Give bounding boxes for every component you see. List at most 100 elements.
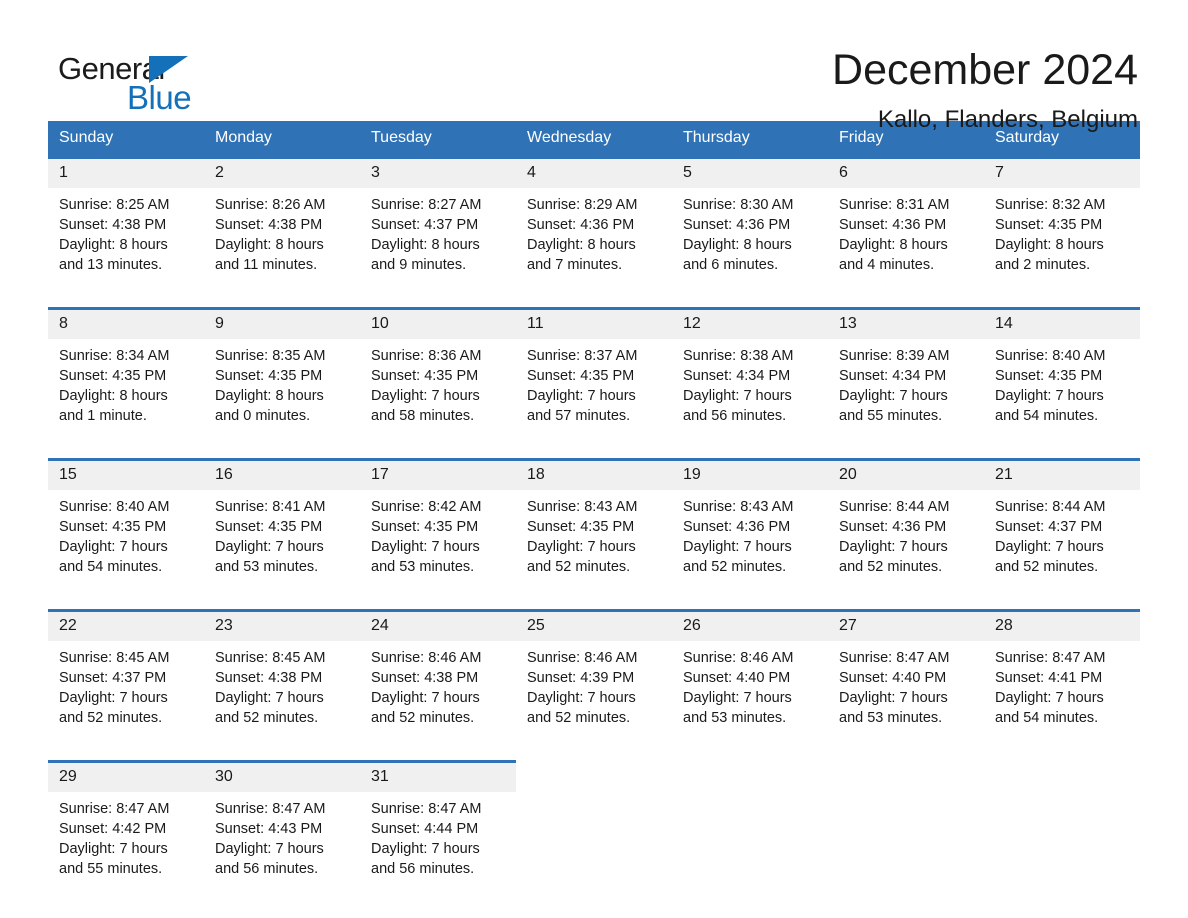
day-detail-cell: Sunrise: 8:47 AM Sunset: 4:40 PM Daylight:… (828, 641, 984, 762)
daylight-text-line1: Daylight: 8 hours (215, 388, 324, 404)
day-number-cell[interactable]: 26 (672, 609, 828, 641)
sunset-text: Sunset: 4:36 PM (839, 519, 947, 535)
day-detail-cell-empty (516, 792, 672, 911)
day-number-cell[interactable]: 6 (828, 156, 984, 188)
sunset-text: Sunset: 4:35 PM (527, 368, 635, 384)
daylight-text-line1: Daylight: 7 hours (527, 690, 636, 706)
sunrise-text: Sunrise: 8:47 AM (839, 650, 950, 666)
sunset-text: Sunset: 4:43 PM (215, 821, 323, 837)
day-detail-cell: Sunrise: 8:25 AM Sunset: 4:38 PM Daylight:… (48, 188, 204, 309)
daylight-text-line2: and 52 minutes. (683, 559, 787, 575)
day-number-cell[interactable]: 31 (360, 760, 516, 792)
day-number-cell[interactable]: 4 (516, 156, 672, 188)
sunset-text: Sunset: 4:37 PM (59, 670, 167, 686)
day-number-cell[interactable]: 5 (672, 156, 828, 188)
daylight-text-line2: and 4 minutes. (839, 257, 935, 273)
day-number-cell[interactable]: 2 (204, 156, 360, 188)
day-number-cell[interactable]: 15 (48, 458, 204, 490)
day-number-cell[interactable]: 9 (204, 307, 360, 339)
day-number-cell[interactable]: 10 (360, 307, 516, 339)
sunrise-text: Sunrise: 8:40 AM (995, 348, 1106, 364)
week-daynumber-row: 15 16 17 18 19 20 21 (48, 458, 1140, 490)
day-detail-cell: Sunrise: 8:47 AM Sunset: 4:43 PM Daylight:… (204, 792, 360, 911)
weekday-header-sunday: Sunday (48, 121, 204, 158)
day-number-cell[interactable]: 7 (984, 156, 1140, 188)
day-number-cell[interactable]: 30 (204, 760, 360, 792)
daylight-text-line2: and 56 minutes. (215, 861, 319, 877)
day-detail-cell: Sunrise: 8:37 AM Sunset: 4:35 PM Daylight:… (516, 339, 672, 460)
day-number-cell[interactable]: 20 (828, 458, 984, 490)
day-number-cell[interactable]: 21 (984, 458, 1140, 490)
day-number-cell[interactable]: 25 (516, 609, 672, 641)
sunset-text: Sunset: 4:35 PM (995, 368, 1103, 384)
sunset-text: Sunset: 4:39 PM (527, 670, 635, 686)
day-number-cell[interactable]: 8 (48, 307, 204, 339)
daylight-text-line1: Daylight: 8 hours (683, 237, 792, 253)
day-number-cell[interactable]: 11 (516, 307, 672, 339)
sunrise-text: Sunrise: 8:32 AM (995, 197, 1106, 213)
page-title: December 2024 (832, 46, 1138, 94)
sunrise-text: Sunrise: 8:39 AM (839, 348, 950, 364)
sunset-text: Sunset: 4:35 PM (59, 519, 167, 535)
day-number-cell[interactable]: 18 (516, 458, 672, 490)
daylight-text-line1: Daylight: 8 hours (371, 237, 480, 253)
daylight-text-line2: and 52 minutes. (215, 710, 319, 726)
daylight-text-line2: and 54 minutes. (59, 559, 163, 575)
daylight-text-line2: and 7 minutes. (527, 257, 623, 273)
daylight-text-line2: and 56 minutes. (683, 408, 787, 424)
day-detail-cell: Sunrise: 8:47 AM Sunset: 4:41 PM Daylight:… (984, 641, 1140, 762)
day-detail-cell: Sunrise: 8:46 AM Sunset: 4:40 PM Daylight:… (672, 641, 828, 762)
sunrise-text: Sunrise: 8:35 AM (215, 348, 326, 364)
day-number-cell-empty (984, 760, 1140, 792)
day-detail-cell: Sunrise: 8:35 AM Sunset: 4:35 PM Daylight:… (204, 339, 360, 460)
day-detail-cell: Sunrise: 8:42 AM Sunset: 4:35 PM Daylight:… (360, 490, 516, 611)
sunrise-text: Sunrise: 8:47 AM (371, 801, 482, 817)
daylight-text-line2: and 58 minutes. (371, 408, 475, 424)
day-detail-cell: Sunrise: 8:32 AM Sunset: 4:35 PM Daylight:… (984, 188, 1140, 309)
sunset-text: Sunset: 4:35 PM (371, 519, 479, 535)
day-number-cell[interactable]: 19 (672, 458, 828, 490)
daylight-text-line1: Daylight: 7 hours (683, 539, 792, 555)
day-detail-cell: Sunrise: 8:43 AM Sunset: 4:36 PM Daylight:… (672, 490, 828, 611)
day-number-cell[interactable]: 1 (48, 156, 204, 188)
week-daynumber-row: 29 30 31 (48, 760, 1140, 792)
generalblue-logo: General Blue (48, 46, 198, 122)
week-detail-row: Sunrise: 8:34 AM Sunset: 4:35 PM Daylight:… (48, 339, 1140, 460)
daylight-text-line1: Daylight: 7 hours (371, 388, 480, 404)
day-number-cell[interactable]: 13 (828, 307, 984, 339)
day-detail-cell: Sunrise: 8:40 AM Sunset: 4:35 PM Daylight:… (984, 339, 1140, 460)
sunset-text: Sunset: 4:38 PM (59, 217, 167, 233)
day-number-cell[interactable]: 29 (48, 760, 204, 792)
sunrise-text: Sunrise: 8:42 AM (371, 499, 482, 515)
sunrise-text: Sunrise: 8:45 AM (215, 650, 326, 666)
day-number-cell-empty (516, 760, 672, 792)
day-number-cell[interactable]: 16 (204, 458, 360, 490)
week-detail-row: Sunrise: 8:25 AM Sunset: 4:38 PM Daylight:… (48, 188, 1140, 309)
day-detail-cell: Sunrise: 8:46 AM Sunset: 4:39 PM Daylight:… (516, 641, 672, 762)
day-number-cell[interactable]: 12 (672, 307, 828, 339)
sunset-text: Sunset: 4:36 PM (683, 519, 791, 535)
daylight-text-line2: and 57 minutes. (527, 408, 631, 424)
day-number-cell[interactable]: 14 (984, 307, 1140, 339)
sunset-text: Sunset: 4:35 PM (59, 368, 167, 384)
day-number-cell[interactable]: 3 (360, 156, 516, 188)
day-number-cell[interactable]: 17 (360, 458, 516, 490)
daylight-text-line2: and 9 minutes. (371, 257, 467, 273)
sunrise-text: Sunrise: 8:29 AM (527, 197, 638, 213)
daylight-text-line1: Daylight: 8 hours (995, 237, 1104, 253)
daylight-text-line2: and 56 minutes. (371, 861, 475, 877)
daylight-text-line1: Daylight: 7 hours (59, 539, 168, 555)
daylight-text-line1: Daylight: 7 hours (371, 690, 480, 706)
day-number-cell[interactable]: 27 (828, 609, 984, 641)
daylight-text-line2: and 13 minutes. (59, 257, 163, 273)
sunrise-text: Sunrise: 8:45 AM (59, 650, 170, 666)
sunset-text: Sunset: 4:37 PM (371, 217, 479, 233)
daylight-text-line2: and 52 minutes. (527, 559, 631, 575)
day-number-cell[interactable]: 24 (360, 609, 516, 641)
day-number-cell[interactable]: 28 (984, 609, 1140, 641)
sunrise-text: Sunrise: 8:44 AM (995, 499, 1106, 515)
day-number-cell[interactable]: 23 (204, 609, 360, 641)
day-number-cell[interactable]: 22 (48, 609, 204, 641)
daylight-text-line1: Daylight: 7 hours (215, 539, 324, 555)
sunset-text: Sunset: 4:41 PM (995, 670, 1103, 686)
